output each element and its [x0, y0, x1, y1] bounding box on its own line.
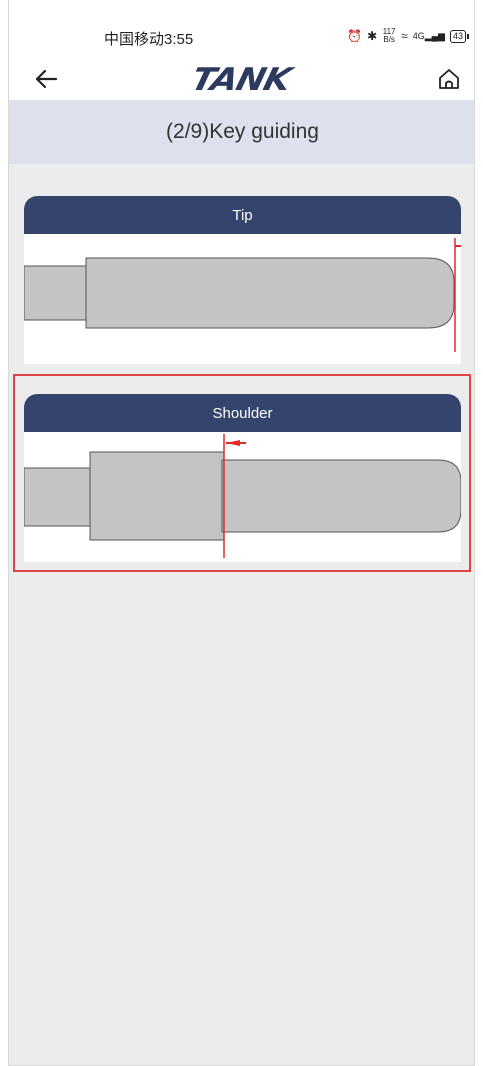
app-screen: 中国移动3:55 ⏰ ✱ 117 B/s ≈ 4G▂▄▆ 43 TANK (2/…: [8, 0, 475, 1066]
wifi-icon: ≈: [401, 29, 408, 43]
back-button[interactable]: [31, 64, 61, 94]
option-tip[interactable]: Tip: [24, 196, 461, 364]
status-bar: 中国移动3:55 ⏰ ✱ 117 B/s ≈ 4G▂▄▆ 43: [9, 0, 474, 58]
home-button[interactable]: [434, 64, 464, 94]
arrow-left-icon: [35, 69, 58, 89]
shoulder-arrowhead: [226, 440, 240, 446]
option-shoulder-diagram: [24, 432, 461, 562]
key-blade: [85, 257, 455, 329]
tank-logo: TANK: [187, 61, 295, 99]
signal-icon: 4G▂▄▆: [412, 30, 445, 41]
nav-bar: TANK: [9, 58, 474, 100]
bluetooth-icon: ✱: [367, 29, 378, 43]
network-speed: 117 B/s: [382, 28, 396, 44]
option-tip-header: Tip: [24, 196, 461, 234]
page-title: (2/9)Key guiding: [166, 120, 319, 143]
signal-label: 4G: [412, 30, 425, 41]
option-shoulder[interactable]: Shoulder: [24, 394, 461, 562]
battery-icon: 43: [449, 29, 470, 43]
key-shoulder: [89, 451, 225, 541]
key-blade: [221, 459, 461, 533]
option-shoulder-header: Shoulder: [24, 394, 461, 432]
option-tip-diagram: [24, 234, 461, 364]
status-icons: ⏰ ✱ 117 B/s ≈ 4G▂▄▆ 43: [347, 28, 470, 44]
alarm-icon: ⏰: [347, 29, 363, 43]
carrier-time: 中国移动3:55: [104, 31, 194, 48]
network-speed-unit: B/s: [383, 35, 395, 44]
home-icon: [439, 69, 459, 89]
title-bar: (2/9)Key guiding: [9, 100, 474, 164]
key-bow: [24, 265, 89, 321]
key-bow: [24, 467, 93, 527]
